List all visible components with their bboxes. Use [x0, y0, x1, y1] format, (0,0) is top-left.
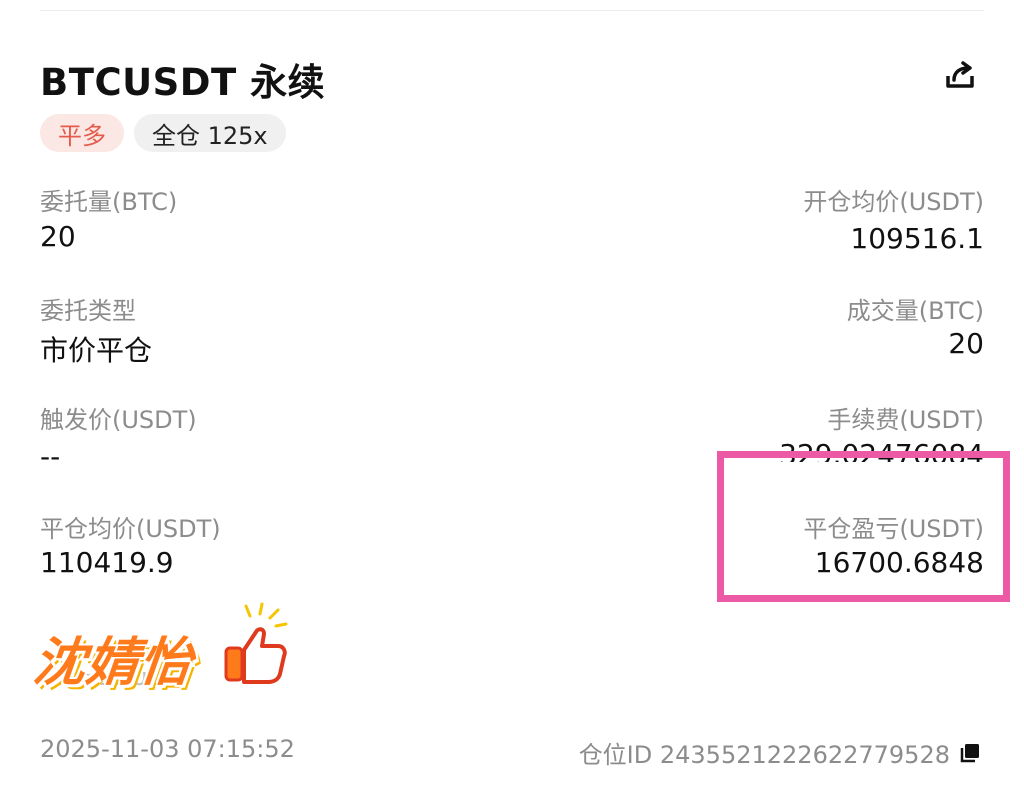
name-sticker: 92.3590 沈婧怡: [30, 598, 290, 693]
share-icon: [946, 61, 974, 88]
tag-group: 平多 全仓 125x: [40, 114, 286, 152]
top-divider: [40, 10, 984, 11]
copy-icon[interactable]: [958, 741, 982, 765]
position-id: 仓位ID 2435521222622779528: [579, 735, 982, 770]
order-type-value: 市价平仓: [40, 334, 153, 367]
contract-title: BTCUSDT 永续: [40, 61, 326, 104]
open-avg-value: 109516.1: [850, 222, 984, 255]
position-id-text: 仓位ID 2435521222622779528: [578, 741, 950, 769]
pnl-highlight-box: [717, 451, 1010, 602]
share-button[interactable]: [940, 56, 980, 96]
order-qty-value: 20: [40, 220, 76, 253]
trigger-price-label: 触发价(USDT): [40, 406, 197, 434]
order-qty-label: 委托量(BTC): [40, 188, 178, 216]
side-tag: 平多: [40, 114, 124, 152]
order-type-label: 委托类型: [40, 297, 136, 325]
trigger-price-value: --: [40, 440, 61, 473]
close-avg-label: 平仓均价(USDT): [40, 515, 221, 543]
order-datetime: 2025-11-03 07:15:52: [40, 735, 295, 763]
leverage-tag: 全仓 125x: [134, 114, 286, 152]
fee-label: 手续费(USDT): [827, 406, 984, 434]
close-avg-value: 110419.9: [40, 546, 174, 579]
filled-qty-label: 成交量(BTC): [846, 297, 984, 325]
open-avg-label: 开仓均价(USDT): [803, 188, 984, 216]
thumbs-up-icon: [224, 602, 288, 684]
sticker-text: 沈婧怡: [30, 633, 196, 693]
filled-qty-value: 20: [948, 327, 984, 360]
